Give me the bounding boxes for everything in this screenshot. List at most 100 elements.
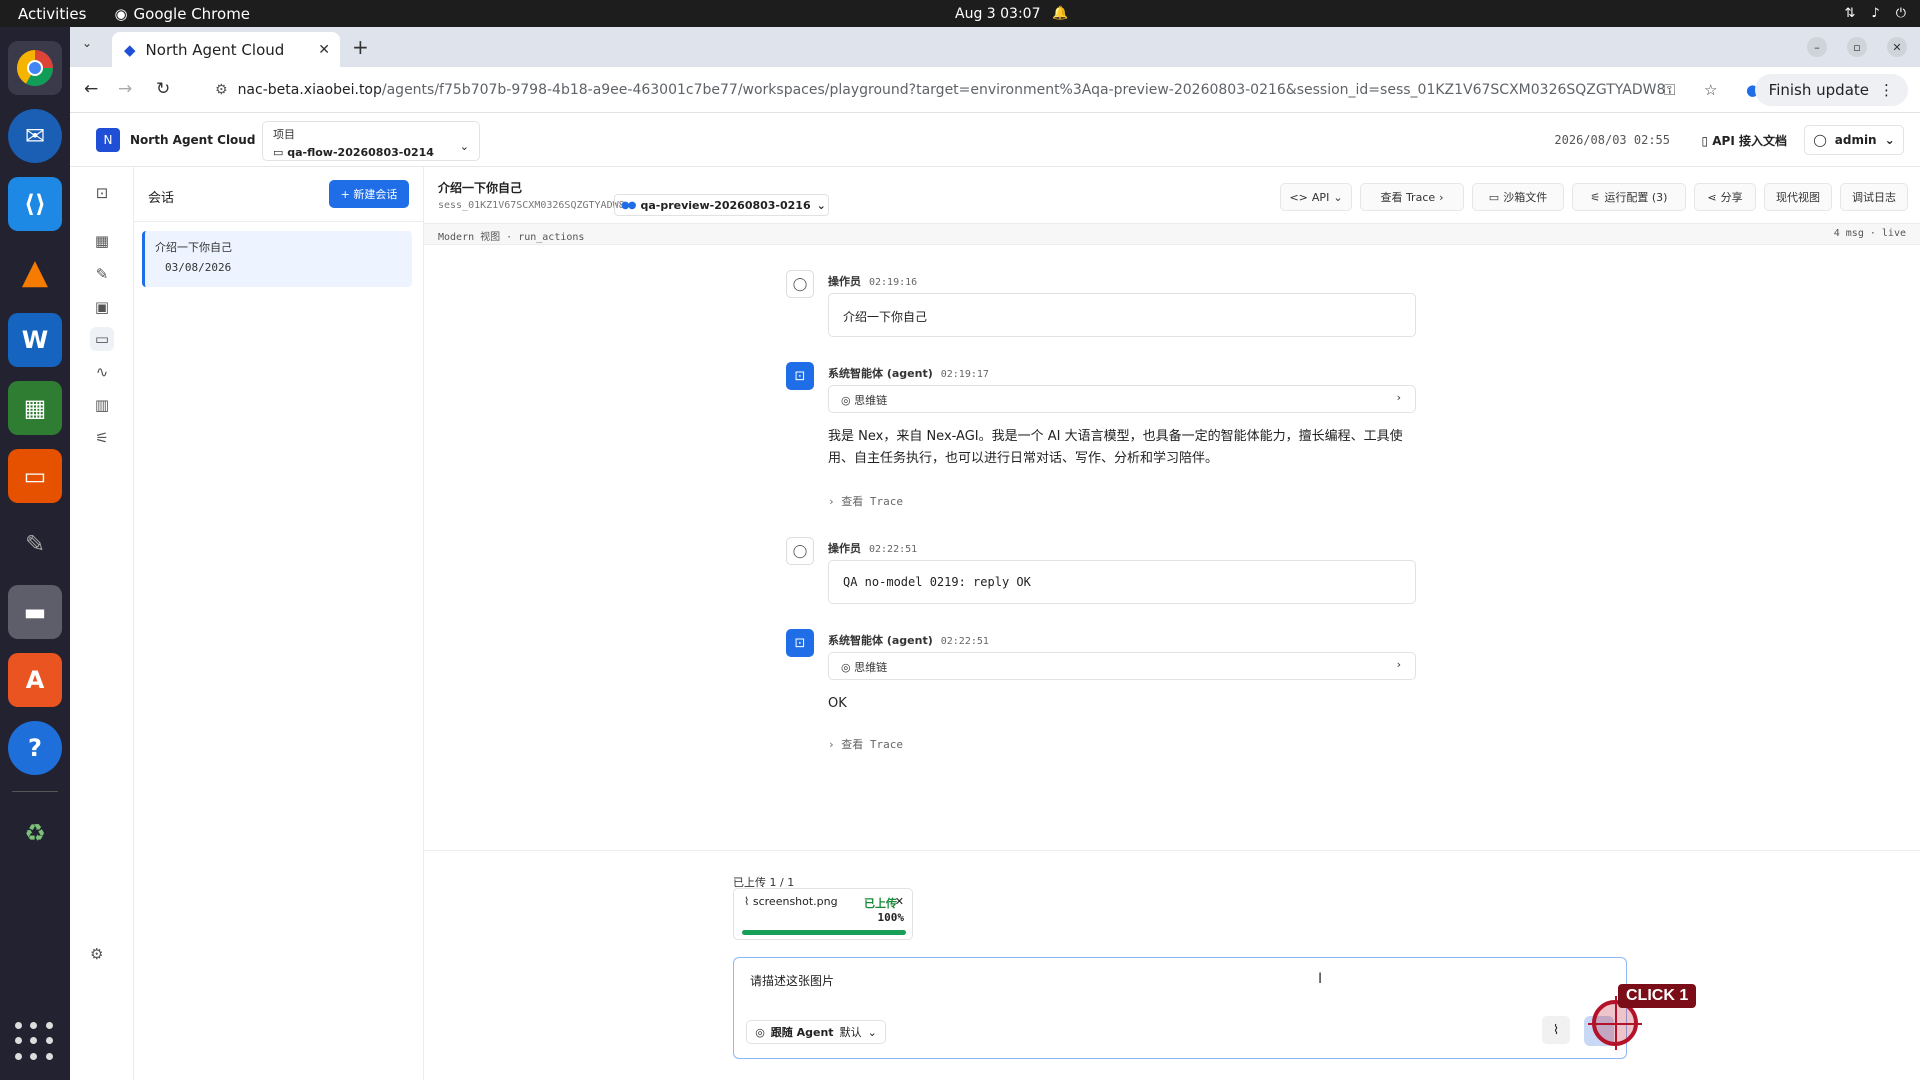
- vscode-icon[interactable]: ⟨⟩: [8, 177, 62, 231]
- user-avatar-icon: ◯: [786, 270, 814, 298]
- favicon-icon: ◆: [124, 40, 136, 59]
- edit-icon[interactable]: ✎: [90, 262, 114, 286]
- session-id: sess_01KZ1V67SCXM0326SQZGTYADW8: [438, 200, 625, 211]
- bookmark-star-icon[interactable]: ☆: [1704, 81, 1717, 99]
- system-top-bar: Activities ◉ Google Chrome Aug 3 03:07 🔔 …: [0, 0, 1920, 27]
- brand-name: North Agent Cloud: [130, 133, 256, 147]
- settings-gear-icon[interactable]: ⚙: [90, 945, 103, 963]
- modern-view-button[interactable]: 现代视图: [1764, 183, 1832, 211]
- message-count-label: 4 msg · live: [1833, 228, 1906, 239]
- active-app-menu[interactable]: ◉ Google Chrome: [114, 5, 250, 23]
- dashboard-icon[interactable]: ▦: [90, 229, 114, 253]
- book-icon: ▯: [1701, 134, 1713, 148]
- attach-file-button[interactable]: ⌇: [1542, 1016, 1570, 1044]
- file-progress-label: 100%: [877, 911, 905, 924]
- tab-search-chevron-icon[interactable]: ⌄: [82, 36, 92, 50]
- agent-mode-selector[interactable]: ◎ 跟随 Agent 默认 ⌄: [746, 1020, 886, 1044]
- chrome-dock-icon[interactable]: [8, 41, 62, 95]
- terminal-icon[interactable]: ▣: [90, 295, 114, 319]
- chevron-right-icon: ›: [828, 738, 842, 751]
- show-apps-icon[interactable]: [15, 1022, 55, 1062]
- network-icon: ⇅: [1844, 6, 1856, 21]
- agent-message-text: 我是 Nex，来自 Nex-AGI。我是一个 AI 大语言模型，也具备一定的智能…: [828, 429, 1403, 466]
- view-trace-link[interactable]: › 查看 Trace: [828, 493, 903, 509]
- chevron-down-icon: ⌄: [1884, 133, 1895, 147]
- system-clock[interactable]: Aug 3 03:07: [955, 6, 1041, 22]
- new-session-button[interactable]: + 新建会话: [329, 180, 409, 208]
- gimp-icon[interactable]: ✎: [8, 517, 62, 571]
- new-tab-icon[interactable]: +: [352, 35, 369, 59]
- session-title: 介绍一下你自己: [438, 181, 523, 195]
- bar-chart-icon[interactable]: ▥: [90, 393, 114, 417]
- agent-bot-icon[interactable]: ⊡: [90, 181, 114, 205]
- volume-icon: ♪: [1871, 6, 1880, 21]
- files-icon[interactable]: ▬: [8, 585, 62, 639]
- settings-sliders-icon[interactable]: ⚟: [90, 426, 114, 450]
- view-status-bar: Modern 视图 · run_actions 4 msg · live: [424, 223, 1920, 245]
- message-header: 操作员 02:19:16: [828, 275, 918, 288]
- status-dots-icon: ●●: [621, 199, 637, 211]
- view-trace-button[interactable]: 查看 Trace ›: [1360, 183, 1464, 211]
- thunderbird-icon[interactable]: ✉: [8, 109, 62, 163]
- brain-icon: ◎: [841, 661, 855, 674]
- thinking-chain-toggle[interactable]: ◎ 思维链 ›: [828, 385, 1416, 413]
- chevron-down-icon: ⌄: [459, 140, 469, 153]
- forward-icon[interactable]: →: [118, 79, 132, 99]
- address-bar[interactable]: ⚙ nac-beta.xiaobei.top/agents/f75b707b-9…: [215, 74, 1915, 106]
- browser-tab[interactable]: ◆ North Agent Cloud ✕: [112, 32, 340, 67]
- composer-divider: [424, 850, 1920, 851]
- text-cursor-icon: I: [1318, 971, 1323, 987]
- vlc-icon[interactable]: ▲: [8, 245, 62, 299]
- run-config-button[interactable]: ⚟ 运行配置 (3): [1572, 183, 1686, 211]
- upload-progress-fill: [742, 930, 906, 935]
- user-menu-button[interactable]: ◯ admin ⌄: [1804, 125, 1904, 155]
- header-datetime: 2026/08/03 02:55: [1554, 133, 1670, 147]
- reload-icon[interactable]: ↻: [156, 79, 170, 99]
- brain-icon: ◎: [755, 1025, 765, 1039]
- minimize-icon[interactable]: –: [1807, 37, 1827, 57]
- calc-icon[interactable]: ▦: [8, 381, 62, 435]
- message-input[interactable]: 请描述这张图片: [750, 972, 834, 989]
- close-window-icon[interactable]: ✕: [1887, 37, 1907, 57]
- session-item[interactable]: 介绍一下你自己 03/08/2026: [142, 231, 412, 287]
- upload-progress-bar: [742, 930, 906, 935]
- sandbox-files-button[interactable]: ▭ 沙箱文件: [1472, 183, 1564, 211]
- restore-icon[interactable]: ▫: [1847, 37, 1867, 57]
- message-composer[interactable]: 请描述这张图片 ◎ 跟随 Agent 默认 ⌄ ⌇: [733, 957, 1627, 1059]
- project-selector[interactable]: 项目 ▭ qa-flow-20260803-0214 ⌄: [262, 121, 480, 161]
- code-icon: <>: [1289, 190, 1308, 204]
- project-label: 项目: [273, 128, 295, 141]
- chrome-icon: ◉: [114, 4, 128, 23]
- dock-separator: [12, 791, 58, 792]
- app-center-icon[interactable]: A: [8, 653, 62, 707]
- agent-bot-icon: ⊡: [786, 629, 814, 657]
- tab-close-icon[interactable]: ✕: [318, 42, 330, 58]
- folder-icon: ▭: [1488, 190, 1500, 204]
- writer-icon[interactable]: W: [8, 313, 62, 367]
- share-button[interactable]: ⋖ 分享: [1694, 183, 1756, 211]
- system-tray[interactable]: ⇅ ♪ ⏻: [1845, 6, 1907, 21]
- debug-log-button[interactable]: 调试日志: [1840, 183, 1908, 211]
- api-doc-link[interactable]: ▯ API 接入文档: [1701, 132, 1787, 149]
- site-info-icon[interactable]: ⚙: [215, 82, 228, 98]
- password-key-icon[interactable]: ⚿: [1664, 81, 1675, 99]
- tab-title: North Agent Cloud: [145, 40, 285, 59]
- chat-icon[interactable]: ▭: [90, 327, 114, 351]
- browser-toolbar: ← → ↻ ⚙ nac-beta.xiaobei.top/agents/f75b…: [70, 67, 1920, 113]
- activities-button[interactable]: Activities: [18, 5, 86, 23]
- api-button[interactable]: <> API ⌄: [1280, 183, 1352, 211]
- brand-logo-icon: N: [96, 128, 120, 152]
- view-trace-link[interactable]: › 查看 Trace: [828, 736, 903, 752]
- back-icon[interactable]: ←: [84, 79, 98, 99]
- thinking-chain-toggle[interactable]: ◎ 思维链 ›: [828, 652, 1416, 680]
- message-header: 系统智能体 (agent) 02:19:17: [828, 367, 989, 380]
- chevron-right-icon: ›: [1396, 658, 1401, 671]
- notification-bell-icon: 🔔: [1052, 6, 1069, 21]
- remove-file-icon[interactable]: ✕: [895, 895, 904, 908]
- environment-selector[interactable]: ●● qa-preview-20260803-0216 ⌄: [614, 194, 829, 216]
- help-icon[interactable]: ?: [8, 721, 62, 775]
- trash-icon[interactable]: ♻: [8, 806, 62, 860]
- impress-icon[interactable]: ▭: [8, 449, 62, 503]
- finish-update-button[interactable]: Finish update ⋮: [1754, 74, 1908, 106]
- activity-icon[interactable]: ∿: [90, 360, 114, 384]
